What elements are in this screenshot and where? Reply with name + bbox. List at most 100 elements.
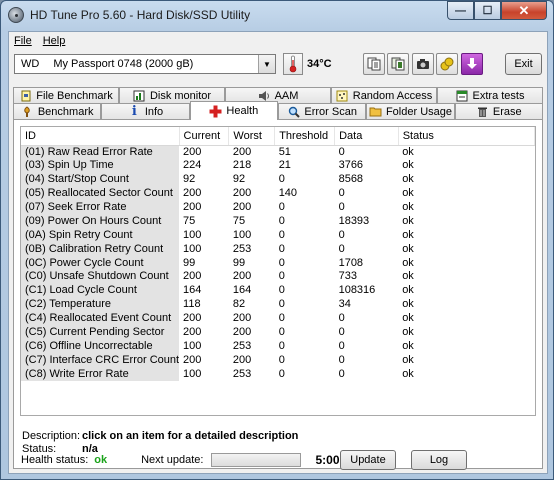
table-row[interactable]: (0A) Spin Retry Count 100 100 0 0 ok xyxy=(21,228,535,243)
cell-current: 200 xyxy=(183,145,202,158)
table-row[interactable]: (04) Start/Stop Count 92 92 0 8568 ok xyxy=(21,172,535,187)
cell-current: 200 xyxy=(183,201,202,213)
cell-current: 224 xyxy=(183,159,202,172)
table-row[interactable]: (C7) Interface CRC Error Count 200 200 0 0 ok xyxy=(21,353,535,368)
update-button[interactable]: Update xyxy=(340,450,396,470)
cell-data: 733 xyxy=(338,270,357,283)
cell-data: 0 xyxy=(338,187,345,200)
tab-label: Folder Usage xyxy=(385,105,452,118)
table-row[interactable]: (05) Reallocated Sector Count 200 200 140 0 o… xyxy=(21,186,535,201)
minimize-button[interactable]: — xyxy=(447,1,474,20)
cell-worst: 75 xyxy=(232,214,246,227)
cell-threshold: 0 xyxy=(278,353,285,366)
table-row[interactable]: (C2) Temperature 118 82 0 34 ok xyxy=(21,297,535,312)
smart-table[interactable]: ID Current Worst Threshold Data Status (… xyxy=(20,126,536,416)
cell-status: ok xyxy=(402,201,414,213)
table-row[interactable]: (C5) Current Pending Sector 200 200 0 0 ok xyxy=(21,325,535,340)
table-row[interactable]: (0C) Power Cycle Count 99 99 0 1708 ok xyxy=(21,256,535,271)
table-row[interactable]: (C8) Write Error Rate 100 253 0 0 ok xyxy=(21,367,535,382)
status-bar: Health status: ok Next update: 5:00 Upda… xyxy=(13,449,543,471)
drive-select[interactable]: WD My Passport 0748 (2000 gB) ▼ xyxy=(14,54,276,74)
toolbar: WD My Passport 0748 (2000 gB) ▼ 34°C Exi… xyxy=(9,51,547,77)
table-row[interactable]: (03) Spin Up Time 224 218 21 3766 ok xyxy=(21,158,535,173)
extra-tests-icon xyxy=(456,89,469,102)
column-header-worst[interactable]: Worst xyxy=(228,127,276,146)
table-row[interactable]: (01) Raw Read Error Rate 200 200 51 0 ok xyxy=(21,145,535,159)
next-update-label: Next update: xyxy=(141,454,204,466)
copy-all-icon[interactable] xyxy=(387,53,409,75)
drive-prefix: WD xyxy=(21,58,40,70)
disk-monitor-icon xyxy=(133,89,146,102)
cell-status: ok xyxy=(402,228,414,241)
table-row[interactable]: (07) Seek Error Rate 200 200 0 0 ok xyxy=(21,200,535,215)
cell-id: (C8) Write Error Rate xyxy=(21,367,180,382)
drive-name: My Passport 0748 (2000 gB) xyxy=(53,58,194,70)
tab-folder-usage[interactable]: Folder Usage xyxy=(366,103,455,119)
cell-data: 34 xyxy=(338,298,351,311)
tab-info[interactable]: i Info xyxy=(101,103,190,119)
copy-text-icon[interactable] xyxy=(363,53,385,75)
cell-id: (C7) Interface CRC Error Count xyxy=(21,353,180,368)
table-row[interactable]: (09) Power On Hours Count 75 75 0 18393 ok xyxy=(21,214,535,229)
table-body: (01) Raw Read Error Rate 200 200 51 0 ok (03) … xyxy=(21,145,535,382)
column-header-threshold[interactable]: Threshold xyxy=(274,127,336,146)
close-button[interactable]: ✕ xyxy=(501,1,547,20)
table-row[interactable]: (0B) Calibration Retry Count 100 253 0 0 ok xyxy=(21,242,535,257)
table-row[interactable]: (C0) Unsafe Shutdown Count 200 200 0 733 ok xyxy=(21,270,535,284)
tab-random-access[interactable]: Random Access xyxy=(331,87,437,103)
description-value: click on an item for a detailed descript… xyxy=(82,430,299,442)
tab-benchmark[interactable]: Benchmark xyxy=(13,103,102,119)
cell-current: 200 xyxy=(183,187,202,200)
menu-bar: File Help xyxy=(9,32,547,50)
cell-threshold: 0 xyxy=(278,339,285,352)
column-header-id[interactable]: ID xyxy=(21,127,180,146)
tab-erase[interactable]: Erase xyxy=(454,103,543,119)
tab-label: AAM xyxy=(274,89,299,102)
tab-file-benchmark[interactable]: File Benchmark xyxy=(13,87,119,103)
table-row[interactable]: (C4) Reallocated Event Count 200 200 0 0 ok xyxy=(21,311,535,326)
menu-help[interactable]: Help xyxy=(38,35,72,47)
maximize-button[interactable]: ☐ xyxy=(474,1,501,20)
column-header-current[interactable]: Current xyxy=(179,127,230,146)
cell-worst: 218 xyxy=(232,159,252,172)
cell-status: ok xyxy=(402,312,414,325)
tab-health[interactable]: Health xyxy=(189,101,278,120)
cell-id: (05) Reallocated Sector Count xyxy=(21,186,180,201)
title-bar[interactable]: HD Tune Pro 5.60 - Hard Disk/SSD Utility… xyxy=(1,1,553,29)
window-controls: — ☐ ✕ xyxy=(447,1,547,20)
log-button[interactable]: Log xyxy=(411,450,467,470)
cell-current: 200 xyxy=(183,270,202,283)
cell-data: 0 xyxy=(338,242,345,255)
cell-threshold: 51 xyxy=(278,145,291,158)
cell-id: (04) Start/Stop Count xyxy=(21,172,180,187)
cell-id: (07) Seek Error Rate xyxy=(21,200,180,215)
table-row[interactable]: (C6) Offline Uncorrectable 100 253 0 0 ok xyxy=(21,339,535,354)
thermometer-icon[interactable] xyxy=(283,53,303,75)
chevron-down-icon[interactable]: ▼ xyxy=(258,55,275,73)
cell-id: (01) Raw Read Error Rate xyxy=(21,145,180,159)
tab-label: Erase xyxy=(492,105,522,118)
cell-status: ok xyxy=(402,242,414,255)
exit-button[interactable]: Exit xyxy=(505,53,542,75)
column-header-status[interactable]: Status xyxy=(398,127,535,146)
column-header-data[interactable]: Data xyxy=(334,127,399,146)
client-area: File Help WD My Passport 0748 (2000 gB) … xyxy=(8,31,548,474)
cell-current: 200 xyxy=(183,326,202,339)
options-icon[interactable] xyxy=(436,53,458,75)
health-panel: ID Current Worst Threshold Data Status (… xyxy=(13,119,543,469)
table-row[interactable]: (C1) Load Cycle Count 164 164 0 108316 ok xyxy=(21,283,535,298)
magnifier-icon xyxy=(287,105,300,118)
cell-current: 164 xyxy=(183,284,202,297)
camera-icon[interactable] xyxy=(412,53,434,75)
cell-worst: 164 xyxy=(232,284,252,297)
cell-current: 118 xyxy=(183,298,201,311)
download-icon[interactable] xyxy=(461,53,483,75)
cell-status: ok xyxy=(402,298,414,311)
cell-threshold: 0 xyxy=(278,242,285,255)
tab-error-scan[interactable]: Error Scan xyxy=(277,103,367,119)
menu-file[interactable]: File xyxy=(9,35,38,47)
tab-extra-tests[interactable]: Extra tests xyxy=(437,87,543,103)
cell-id: (03) Spin Up Time xyxy=(21,158,180,173)
cell-data: 0 xyxy=(338,228,345,241)
random-access-icon xyxy=(336,89,349,102)
